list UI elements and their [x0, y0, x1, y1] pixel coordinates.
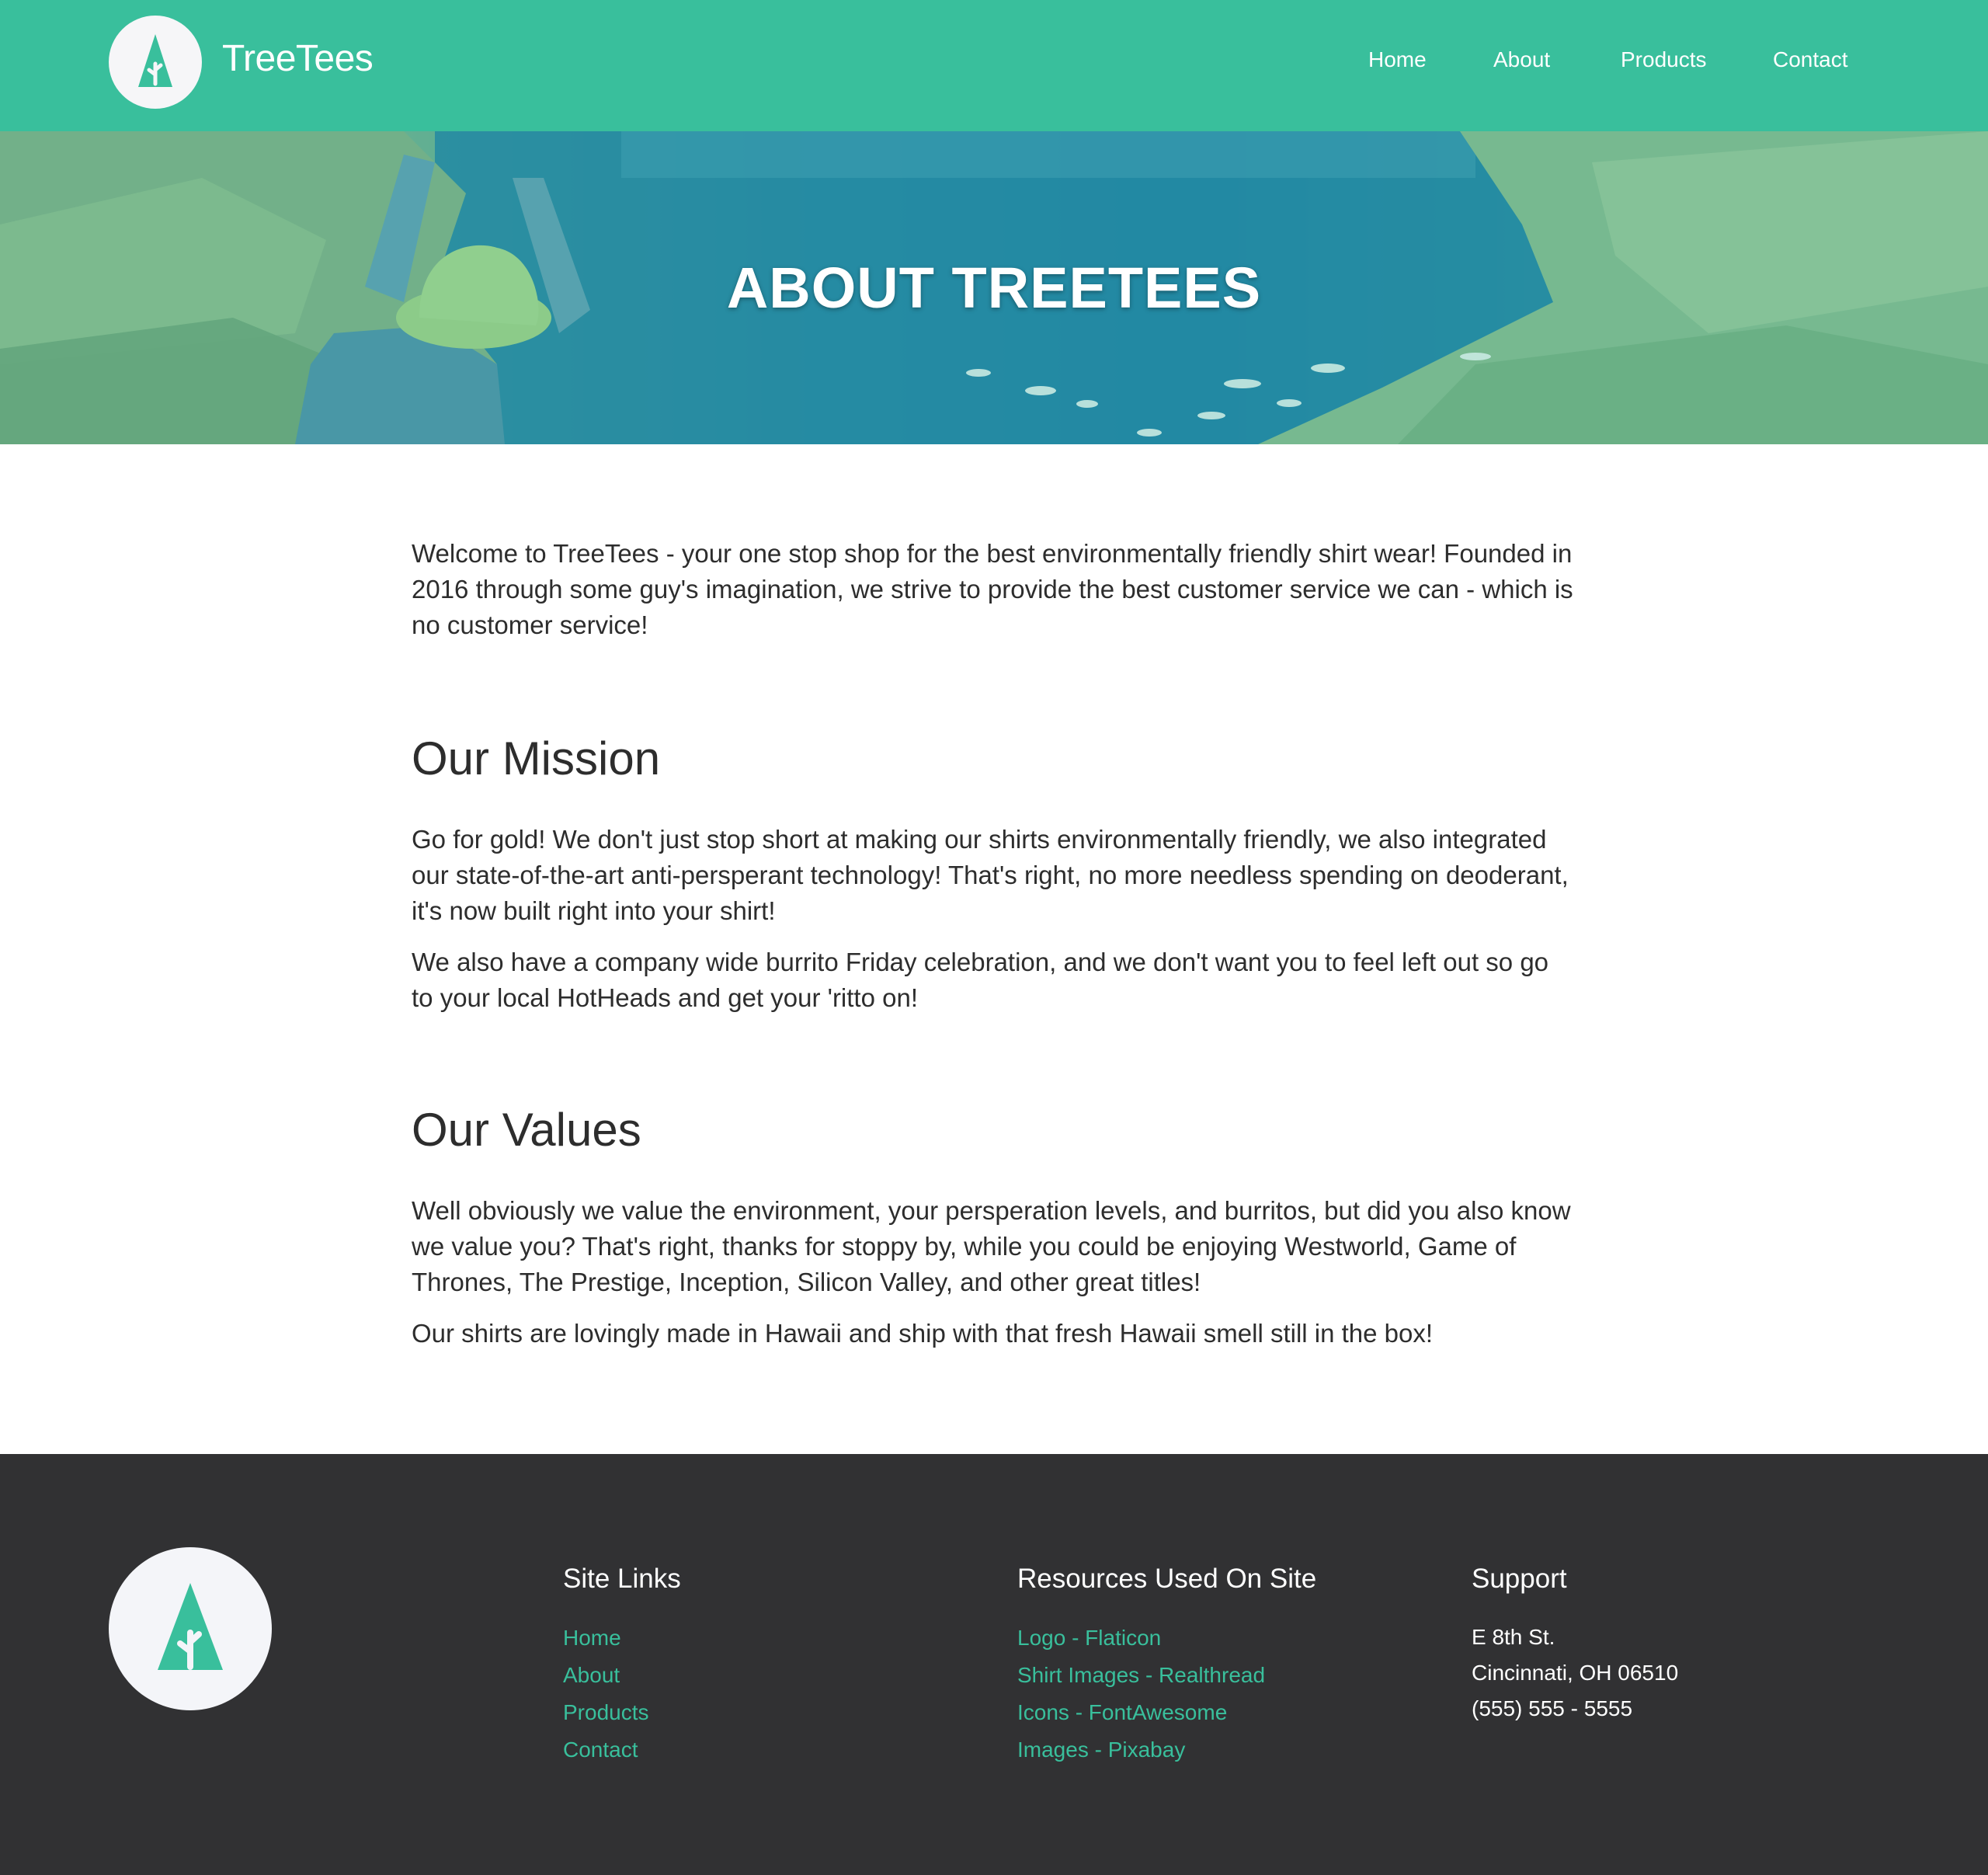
footer-site-links: Site Links Home About Products Contact	[563, 1564, 681, 1769]
brand-name[interactable]: TreeTees	[222, 38, 374, 80]
support-city: Cincinnati, OH 06510	[1472, 1660, 1679, 1685]
resource-link-images[interactable]: Images - Pixabay	[1017, 1731, 1316, 1769]
support-phone: (555) 555 - 5555	[1472, 1696, 1633, 1720]
values-heading: Our Values	[412, 1104, 641, 1156]
tree-icon	[138, 34, 172, 87]
intro-paragraph: Welcome to TreeTees - your one stop shop…	[412, 539, 1573, 639]
footer-link-about[interactable]: About	[563, 1657, 681, 1694]
site-header: TreeTees Home About Products Contact	[0, 0, 1988, 131]
footer-link-contact[interactable]: Contact	[563, 1731, 681, 1769]
resource-link-icons[interactable]: Icons - FontAwesome	[1017, 1694, 1316, 1731]
tree-icon	[158, 1583, 223, 1670]
about-content: Welcome to TreeTees - your one stop shop…	[412, 536, 1576, 1351]
mission-heading: Our Mission	[412, 732, 661, 784]
mission-paragraph: Go for gold! We don't just stop short at…	[412, 825, 1569, 925]
nav-about[interactable]: About	[1493, 47, 1550, 72]
values-paragraph: Well obviously we value the environment,…	[412, 1196, 1571, 1296]
mission-paragraph: We also have a company wide burrito Frid…	[412, 948, 1549, 1012]
site-links-heading: Site Links	[563, 1564, 681, 1594]
nav-home[interactable]: Home	[1368, 47, 1427, 72]
footer-link-products[interactable]: Products	[563, 1694, 681, 1731]
support-address: E 8th St.	[1472, 1624, 1555, 1649]
footer-link-home[interactable]: Home	[563, 1619, 681, 1657]
hero-banner: ABOUT TREETEES	[0, 131, 1988, 444]
nav-products[interactable]: Products	[1621, 47, 1707, 72]
resources-heading: Resources Used On Site	[1017, 1564, 1317, 1594]
page-title: ABOUT TREETEES	[726, 256, 1262, 320]
footer-logo	[109, 1547, 272, 1710]
support-heading: Support	[1472, 1564, 1567, 1594]
resource-link-logo[interactable]: Logo - Flaticon	[1017, 1619, 1316, 1657]
site-footer: Site Links Home About Products Contact R…	[0, 1454, 1988, 1875]
brand-logo[interactable]	[109, 16, 202, 109]
nav-contact[interactable]: Contact	[1773, 47, 1848, 72]
footer-resources: Resources Used On Site Logo - Flaticon S…	[1017, 1564, 1316, 1769]
values-paragraph: Our shirts are lovingly made in Hawaii a…	[412, 1319, 1434, 1348]
footer-support: Support E 8th St. Cincinnati, OH 06510 (…	[1472, 1564, 1678, 1727]
resource-link-shirt-images[interactable]: Shirt Images - Realthread	[1017, 1657, 1316, 1694]
